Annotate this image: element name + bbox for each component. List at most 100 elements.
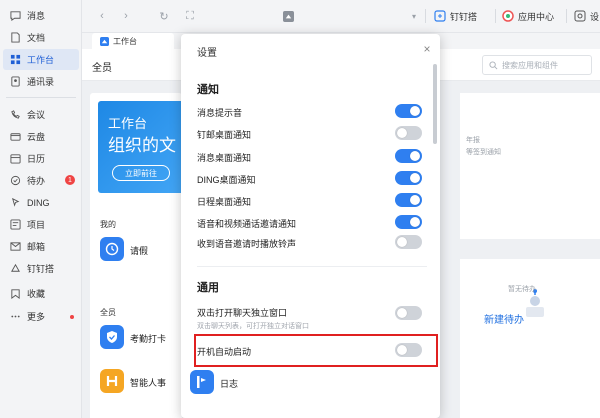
- toolbar-divider: [495, 9, 496, 23]
- todo-count-badge: 1: [65, 175, 75, 185]
- sidebar-item-cloud-disk[interactable]: 云盘: [3, 126, 79, 147]
- workbench-tab-icon: [100, 36, 109, 46]
- section-title-all: 全员: [100, 308, 116, 317]
- setting-label: 双击打开聊天独立窗口: [197, 308, 288, 318]
- setting-label: DING桌面通知: [197, 175, 256, 185]
- banner-go-button[interactable]: 立即前往: [112, 165, 170, 181]
- sidebar-item-more[interactable]: 更多: [3, 306, 79, 327]
- sidebar-item-label: 通讯录: [27, 77, 55, 87]
- toggle-standalone-chat-window[interactable]: [395, 306, 422, 320]
- toggle-calendar-notify[interactable]: [395, 193, 422, 207]
- panel-title: 全员: [92, 63, 112, 74]
- sidebar-item-workbench[interactable]: 工作台: [3, 49, 79, 70]
- sidebar-item-label: 更多: [27, 312, 46, 322]
- more-notification-dot: [70, 315, 74, 319]
- sidebar-item-label: 收藏: [27, 289, 46, 299]
- settings-button[interactable]: 设: [574, 8, 599, 24]
- calendar-icon: [9, 153, 21, 165]
- sidebar-item-label: 日历: [27, 154, 46, 164]
- tab-workbench[interactable]: 工作台: [92, 33, 174, 49]
- attendance-app-label[interactable]: 考勤打卡: [130, 332, 166, 345]
- app-center-icon: [502, 10, 514, 22]
- setting-label: 消息提示音: [197, 108, 243, 118]
- apps-panel: 我的 请假 全员 考勤打卡 智能人事: [90, 209, 182, 418]
- sidebar-item-label: DING: [27, 197, 50, 208]
- sidebar-item-label: 工作台: [27, 55, 55, 65]
- dingda-icon: [434, 10, 446, 22]
- refresh-icon[interactable]: ↻: [158, 10, 170, 23]
- search-icon: [489, 60, 498, 70]
- sidebar-item-label: 会议: [27, 110, 46, 120]
- workbench-icon: [9, 54, 21, 66]
- favorites-icon: [9, 288, 21, 300]
- toggle-mail-notify[interactable]: [395, 126, 422, 140]
- dropdown-caret-icon[interactable]: ▾: [408, 10, 420, 22]
- todo-icon: [9, 175, 21, 187]
- section-title-general: 通用: [197, 282, 219, 294]
- sidebar-item-favorites[interactable]: 收藏: [3, 283, 79, 304]
- hr-app-label[interactable]: 智能人事: [130, 376, 166, 389]
- attendance-app-icon[interactable]: [100, 325, 124, 349]
- sidebar-item-contacts[interactable]: 通讯录: [3, 71, 79, 92]
- leave-app-label[interactable]: 请假: [130, 244, 148, 257]
- section-title-mine: 我的: [100, 220, 116, 229]
- log-app-label[interactable]: 日志: [220, 377, 238, 390]
- banner-subtitle: 组织的文: [108, 136, 176, 155]
- log-app-icon[interactable]: [190, 370, 214, 394]
- setting-label: 日程桌面通知: [197, 197, 252, 207]
- leave-app-icon[interactable]: [100, 237, 124, 261]
- sidebar-item-mail[interactable]: 邮箱: [3, 236, 79, 257]
- setting-description: 双击聊天列表，可打开独立对话窗口: [197, 323, 309, 330]
- toggle-message-notify[interactable]: [395, 149, 422, 163]
- toggle-ringtone[interactable]: [395, 235, 422, 249]
- dialog-title: 设置: [197, 48, 217, 59]
- sidebar-item-ding[interactable]: DING: [3, 192, 79, 213]
- settings-label: 设: [590, 11, 600, 22]
- dialog-scrollbar[interactable]: [433, 64, 437, 144]
- new-todo-link[interactable]: 新建待办: [484, 311, 524, 326]
- sidebar-item-project[interactable]: 项目: [3, 214, 79, 235]
- close-icon[interactable]: ×: [421, 43, 433, 55]
- more-icon: [9, 311, 21, 323]
- toggle-message-sound[interactable]: [395, 104, 422, 118]
- highlight-box: [194, 334, 438, 367]
- promo-banner[interactable]: 工作台 组织的文 立即前往: [98, 101, 182, 193]
- search-placeholder: 搜索应用和组件: [502, 60, 558, 70]
- sidebar-item-docs[interactable]: 文档: [3, 27, 79, 48]
- toggle-call-invite-notify[interactable]: [395, 215, 422, 229]
- workspace-logo-icon: [282, 10, 294, 22]
- fullscreen-icon[interactable]: ⛶: [184, 10, 196, 22]
- setting-label: 语音和视频通话邀请通知: [197, 219, 297, 229]
- todo-card: [460, 259, 600, 418]
- top-toolbar: ‹ › ↻ ⛶ ▾ 钉钉搭 应用中心 设: [82, 0, 600, 33]
- sidebar-item-messages[interactable]: 消息: [3, 5, 79, 26]
- document-icon: [9, 32, 21, 44]
- setting-label: 钉邮桌面通知: [197, 130, 252, 140]
- toggle-ding-notify[interactable]: [395, 171, 422, 185]
- sidebar-item-meeting[interactable]: 会议: [3, 104, 79, 125]
- sidebar-item-todo[interactable]: 待办 1: [3, 170, 79, 191]
- section-title-notifications: 通知: [197, 84, 219, 96]
- back-arrow-icon[interactable]: ‹: [96, 10, 108, 22]
- sidebar-item-label: 邮箱: [27, 242, 46, 252]
- dingda-button[interactable]: 钉钉搭: [434, 8, 477, 24]
- mail-icon: [9, 241, 21, 253]
- hr-app-icon[interactable]: [100, 369, 124, 393]
- sidebar-item-calendar[interactable]: 日历: [3, 148, 79, 169]
- contacts-icon: [9, 76, 21, 88]
- notice-text: 等签到通知: [466, 149, 501, 156]
- app-search-input[interactable]: 搜索应用和组件: [482, 55, 592, 75]
- empty-todo-text: 暂无待办: [508, 286, 536, 293]
- sidebar-item-label: 项目: [27, 220, 46, 230]
- app-center-button[interactable]: 应用中心: [502, 8, 554, 24]
- toolbar-divider: [566, 9, 567, 23]
- sidebar-item-dingda[interactable]: 钉钉搭: [3, 258, 79, 279]
- ding-icon: [9, 197, 21, 209]
- sidebar-item-label: 文档: [27, 33, 46, 43]
- forward-arrow-icon[interactable]: ›: [120, 10, 132, 22]
- sidebar-item-label: 消息: [27, 11, 46, 21]
- notice-text: 年报: [466, 137, 480, 144]
- setting-label: 消息桌面通知: [197, 153, 252, 163]
- dingda-icon: [9, 263, 21, 275]
- notice-card: 年报 等签到通知: [460, 93, 600, 239]
